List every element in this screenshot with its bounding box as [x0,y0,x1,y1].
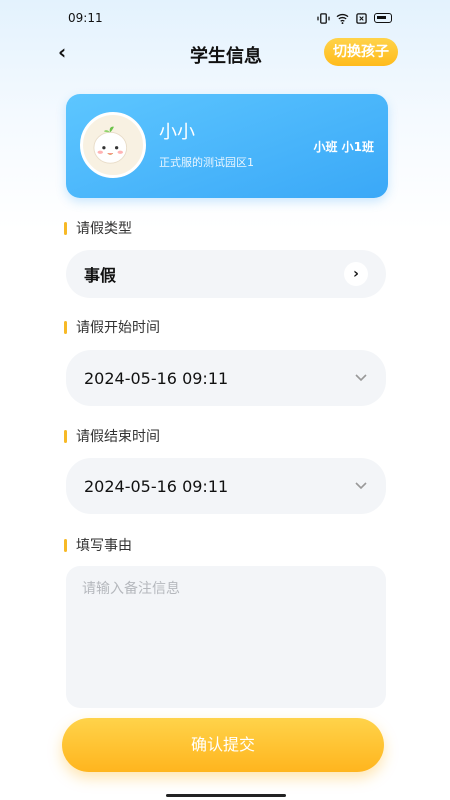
end-time-value: 2024-05-16 09:11 [84,476,229,496]
switch-child-button[interactable]: 切换孩子 [324,38,398,66]
status-time: 09:11 [68,11,103,25]
chevron-down-icon[interactable] [354,481,368,491]
reason-input[interactable] [66,566,386,708]
reason-label: 填写事由 [64,535,132,555]
label-marker [64,538,67,552]
start-time-label-text: 请假开始时间 [76,320,160,336]
sim-icon [356,12,367,24]
nav-bar: ‹ 学生信息 切换孩子 [48,38,404,68]
chevron-right-icon[interactable]: › [344,262,368,286]
leave-type-label-text: 请假类型 [76,221,132,237]
leave-type-label: 请假类型 [64,218,132,238]
battery-icon [374,13,392,23]
start-time-picker[interactable]: 2024-05-16 09:11 [66,350,386,406]
start-time-value: 2024-05-16 09:11 [84,368,229,388]
student-class: 小班 小1班 [313,140,374,154]
chevron-down-icon[interactable] [354,373,368,383]
end-time-label: 请假结束时间 [64,426,160,446]
end-time-picker[interactable]: 2024-05-16 09:11 [66,458,386,514]
app-screen: 09:11 ‹ 学生信息 切换孩子 小小 正式服的测试园区1 小班 小1班 请假… [0,0,450,800]
avatar-mascot-icon [93,126,128,164]
student-school: 正式服的测试园区1 [159,156,254,169]
submit-button[interactable]: 确认提交 [62,718,384,772]
label-marker [64,320,67,334]
status-bar: 09:11 [68,10,392,26]
leave-type-value: 事假 [84,266,117,285]
student-card: 小小 正式服的测试园区1 小班 小1班 [66,94,388,198]
end-time-label-text: 请假结束时间 [76,429,160,445]
vibrate-icon [317,12,330,24]
start-time-label: 请假开始时间 [64,317,160,337]
screen: 09:11 ‹ 学生信息 切换孩子 小小 正式服的测试园区1 小班 小1班 请假… [48,0,404,800]
reason-label-text: 填写事由 [76,538,132,554]
label-marker [64,221,67,235]
avatar [80,112,146,178]
student-name: 小小 [159,122,195,143]
status-icons [317,12,392,24]
leave-type-select[interactable]: 事假 › [66,250,386,298]
home-indicator[interactable] [166,794,286,797]
wifi-icon [336,13,349,24]
label-marker [64,429,67,443]
